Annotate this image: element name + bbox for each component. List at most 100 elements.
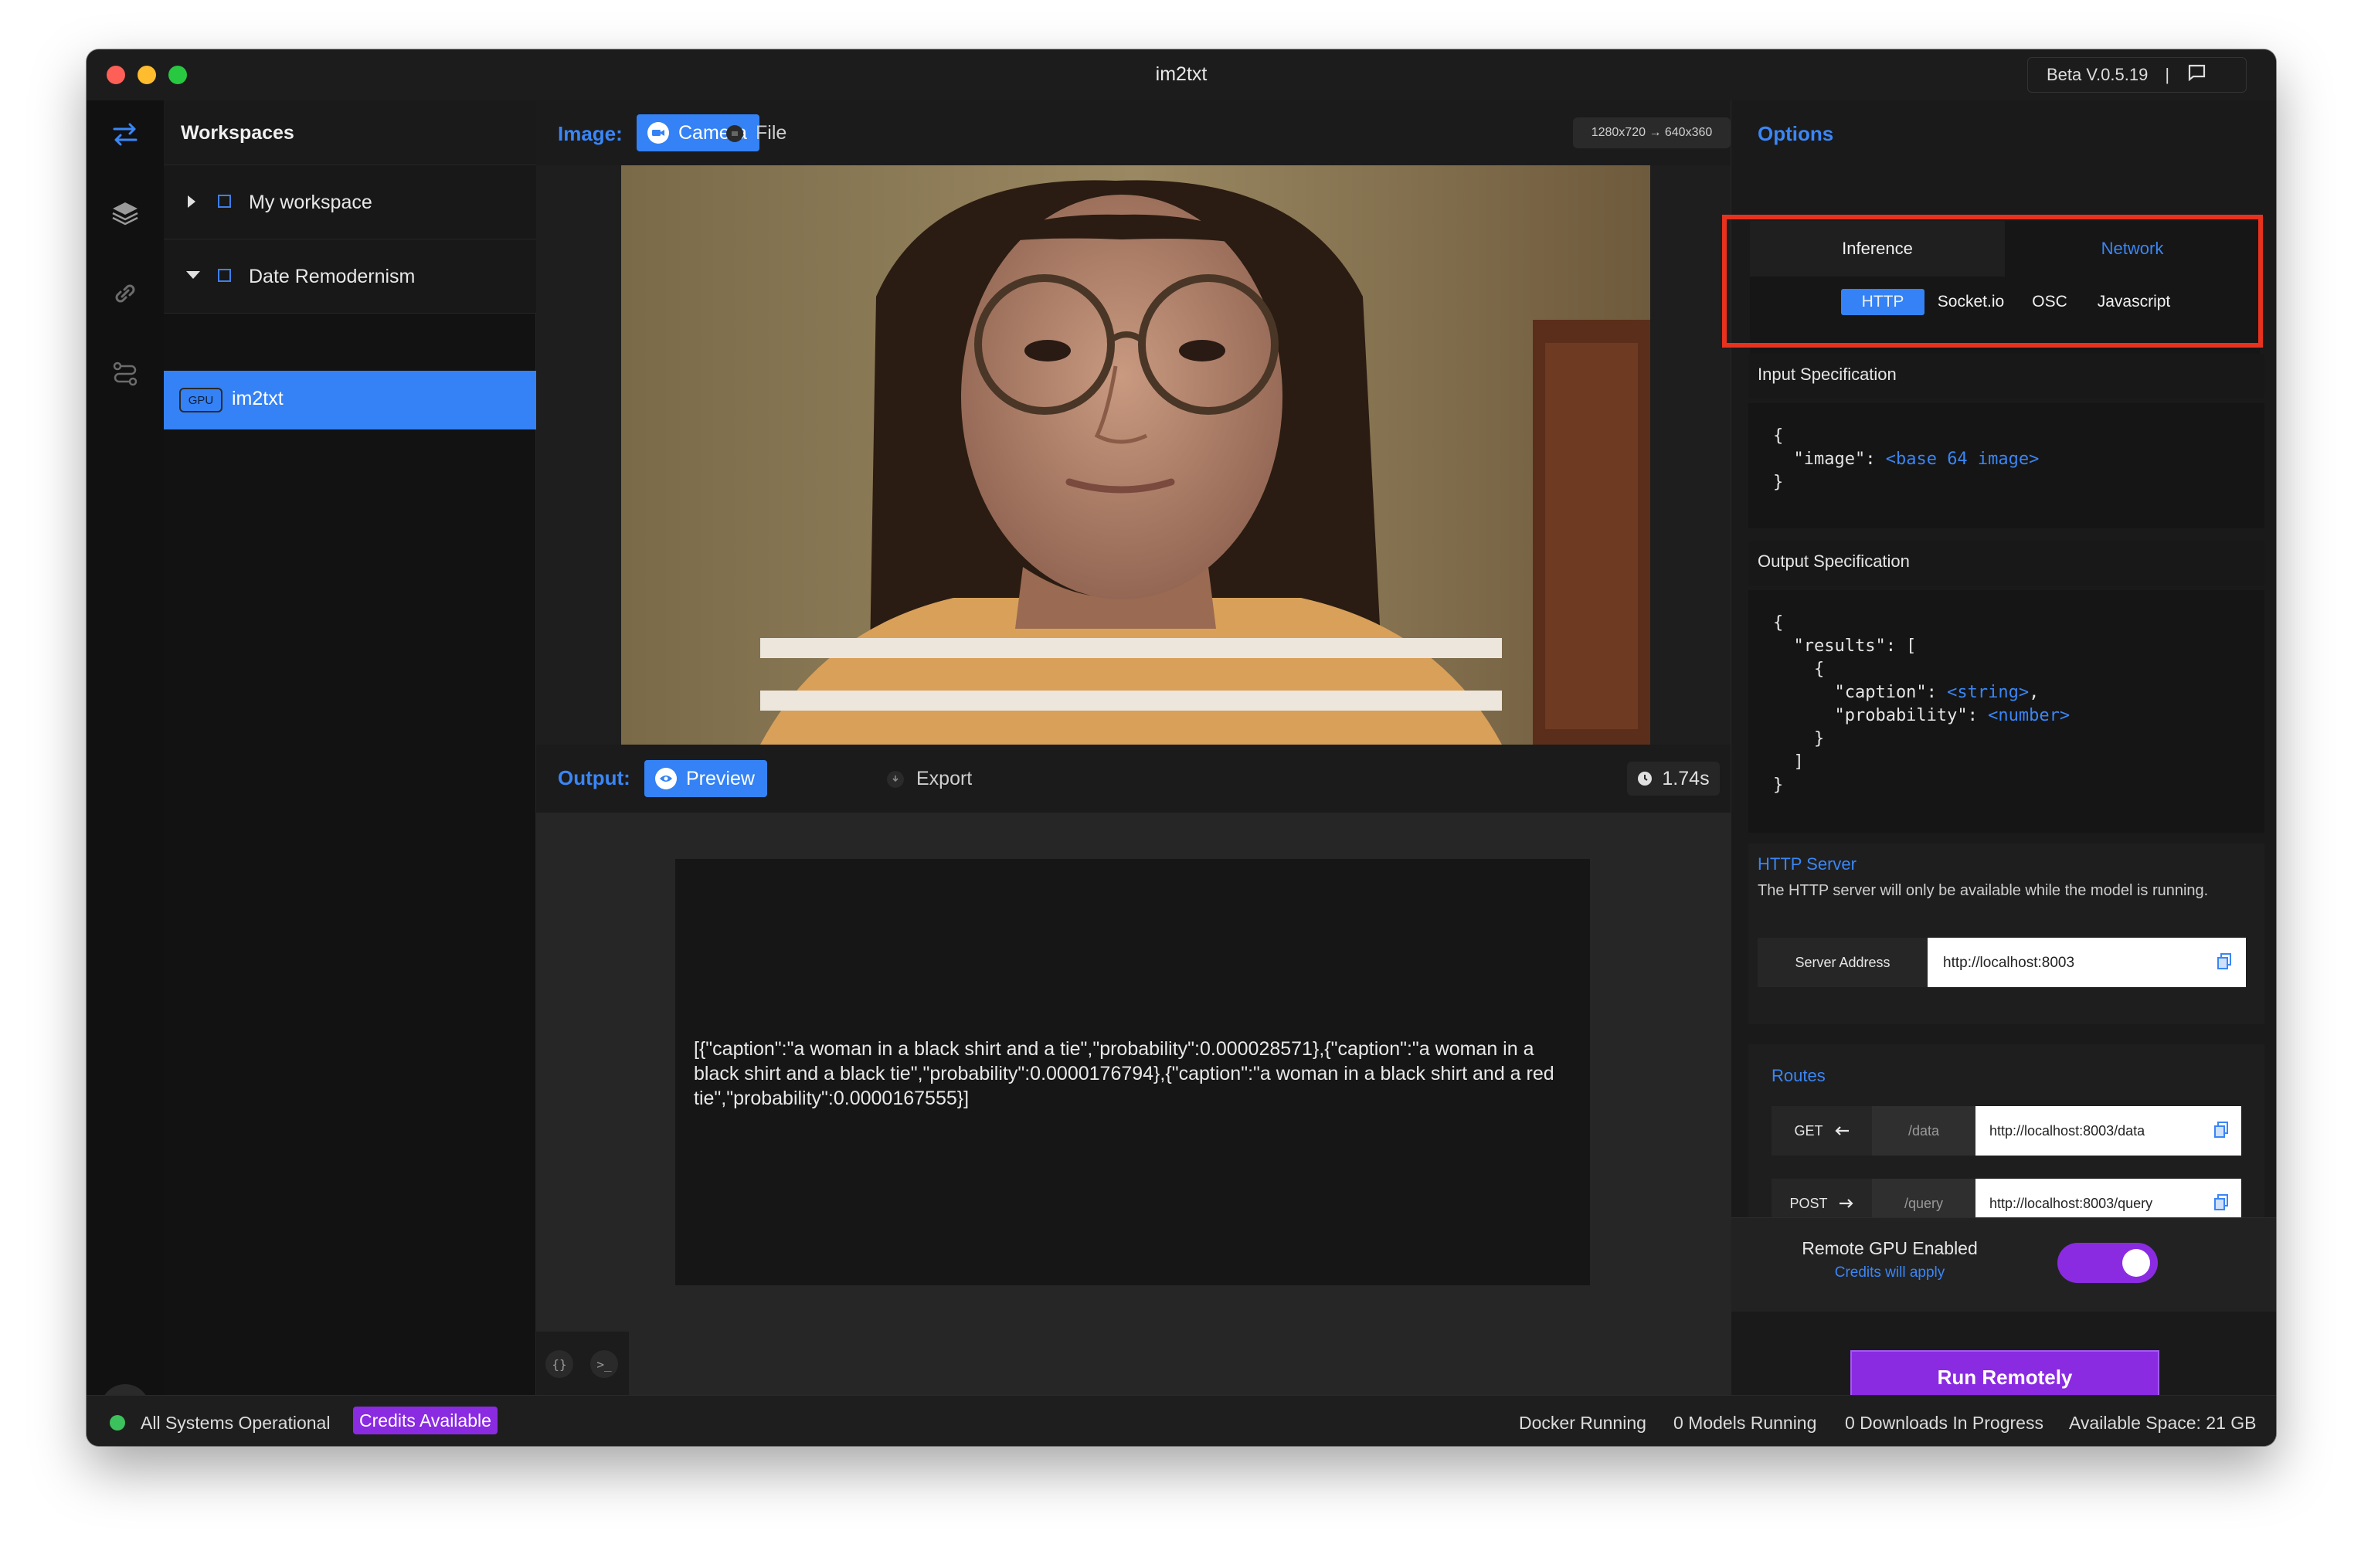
server-address-value: http://localhost:8003: [1943, 955, 2075, 971]
arrow-right-icon: [1839, 1198, 1854, 1209]
workspace-item-date-remodernism[interactable]: Date Remodernism: [164, 239, 536, 314]
output-result-text: [{"caption":"a woman in a black shirt an…: [694, 1038, 1554, 1109]
image-preview-area: [536, 165, 1731, 745]
preview-button[interactable]: Preview: [644, 760, 767, 797]
output-header: Output: Preview Export 1.74s: [536, 745, 1731, 813]
remote-gpu-section: Remote GPU Enabled Credits will apply: [1731, 1217, 2276, 1312]
server-address-label: Server Address: [1758, 938, 1928, 987]
code-text: }: [1773, 729, 1825, 748]
code-text: {: [1773, 660, 1825, 679]
route-path-query: /query: [1872, 1179, 1975, 1217]
credits-apply-note: Credits will apply: [1834, 1264, 1945, 1281]
model-name: im2txt: [232, 388, 284, 409]
icon-rail: Ma: [87, 100, 164, 1434]
credits-badge[interactable]: Credits Available: [353, 1407, 498, 1434]
code-text: {: [1773, 426, 1784, 446]
route-url: http://localhost:8003/query: [1989, 1196, 2153, 1211]
chevron-right-icon[interactable]: [185, 195, 198, 212]
export-label: Export: [916, 768, 973, 789]
route-url: http://localhost:8003/data: [1989, 1123, 2145, 1139]
server-address-field[interactable]: http://localhost:8003: [1928, 938, 2246, 987]
code-text: ]: [1773, 752, 1804, 772]
layers-icon[interactable]: [108, 196, 142, 230]
preview-label: Preview: [686, 767, 755, 789]
code-text: }: [1773, 473, 1784, 492]
systems-status: All Systems Operational: [141, 1413, 331, 1433]
code-type: <string>: [1947, 683, 2030, 702]
downloads-status: 0 Downloads In Progress: [1845, 1413, 2043, 1433]
output-area: [{"caption":"a woman in a black shirt an…: [536, 813, 1731, 1395]
remote-gpu-toggle[interactable]: [2057, 1243, 2158, 1283]
resolution-badge: 1280x720 → 640x360: [1573, 117, 1731, 148]
terminal-icon[interactable]: >_: [590, 1350, 618, 1378]
route-method: POST: [1789, 1195, 1828, 1211]
code-type: <number>: [1988, 706, 2071, 725]
code-icon[interactable]: {}: [545, 1350, 573, 1378]
swap-arrows-icon[interactable]: [108, 117, 142, 151]
file-button[interactable]: File: [726, 122, 786, 144]
code-type: <base 64 image>: [1885, 450, 2040, 469]
eye-icon: [655, 768, 677, 789]
status-bar: All Systems Operational Credits Availabl…: [87, 1395, 2276, 1446]
camera-feed-image: [621, 165, 1650, 745]
code-text: {: [1773, 613, 1784, 633]
route-path-data: /data: [1872, 1106, 1975, 1156]
download-icon: [887, 770, 904, 788]
code-text: "image":: [1793, 450, 1886, 469]
chat-icon[interactable]: [2186, 63, 2206, 87]
arrow-left-icon: [1834, 1125, 1850, 1136]
gpu-badge: GPU: [179, 388, 223, 412]
copy-icon[interactable]: [2217, 953, 2232, 970]
model-item-im2txt[interactable]: GPU im2txt: [164, 371, 536, 429]
route-url-field-data[interactable]: http://localhost:8003/data: [1975, 1106, 2241, 1156]
workspace-icon: [218, 195, 231, 208]
routes-title: Routes: [1772, 1066, 1826, 1085]
docker-status: Docker Running: [1519, 1413, 1646, 1433]
console-toolbar: {} >_: [536, 1332, 629, 1395]
code-text: ,: [2029, 683, 2040, 702]
route-url-field-query[interactable]: http://localhost:8003/query: [1975, 1179, 2241, 1217]
available-space: Available Space: 21 GB: [2069, 1413, 2257, 1433]
camera-icon: [647, 122, 669, 144]
http-server-title: HTTP Server: [1758, 854, 1857, 874]
input-spec-title: Input Specification: [1748, 354, 2264, 399]
file-icon: [726, 124, 743, 142]
http-server-card: HTTP Server The HTTP server will only be…: [1748, 843, 2264, 1024]
workspaces-header: Workspaces: [164, 100, 536, 165]
link-icon[interactable]: [108, 277, 142, 311]
route-method: GET: [1794, 1122, 1823, 1139]
code-text: "probability":: [1773, 706, 1989, 725]
version-label: Beta V.0.5.19: [2047, 65, 2149, 84]
inference-time-badge: 1.74s: [1627, 762, 1720, 796]
models-status: 0 Models Running: [1673, 1413, 1817, 1433]
input-spec-code: { "image": <base 64 image> }: [1748, 403, 2264, 528]
status-indicator: [110, 1415, 125, 1431]
output-spec-code: { "results": [ { "caption": <string>, "p…: [1748, 590, 2264, 833]
routes-icon[interactable]: [108, 357, 142, 391]
output-label: Output:: [558, 766, 630, 789]
options-title: Options: [1758, 122, 1834, 145]
workspace-label: Date Remodernism: [249, 266, 416, 287]
clock-icon: [1637, 771, 1653, 786]
workspace-item-my-workspace[interactable]: My workspace: [164, 165, 536, 239]
code-text: "caption":: [1773, 683, 1948, 702]
route-method-get: GET: [1772, 1106, 1872, 1156]
app-window: im2txt Beta V.0.5.19 | Ma Workspaces: [87, 49, 2276, 1446]
window-title: im2txt: [1155, 63, 1208, 85]
copy-icon[interactable]: [2213, 1194, 2229, 1211]
workspace-icon: [218, 269, 231, 282]
export-button[interactable]: Export: [887, 768, 972, 790]
title-bar: im2txt Beta V.0.5.19 |: [87, 49, 2276, 100]
version-separator: |: [2165, 65, 2170, 84]
remote-gpu-label: Remote GPU Enabled: [1802, 1238, 1978, 1258]
route-method-post: POST: [1772, 1179, 1872, 1217]
version-badge: Beta V.0.5.19 |: [2027, 57, 2247, 93]
workspace-label: My workspace: [249, 192, 372, 213]
workspaces-title: Workspaces: [181, 122, 294, 144]
chevron-down-icon[interactable]: [185, 269, 201, 285]
workspaces-sidebar: Workspaces My workspace Date Remodernism…: [164, 100, 536, 1395]
code-text: "results": [: [1773, 636, 1917, 656]
copy-icon[interactable]: [2213, 1122, 2229, 1139]
http-server-description: The HTTP server will only be available w…: [1758, 882, 2209, 899]
output-spec-title: Output Specification: [1748, 541, 2264, 585]
